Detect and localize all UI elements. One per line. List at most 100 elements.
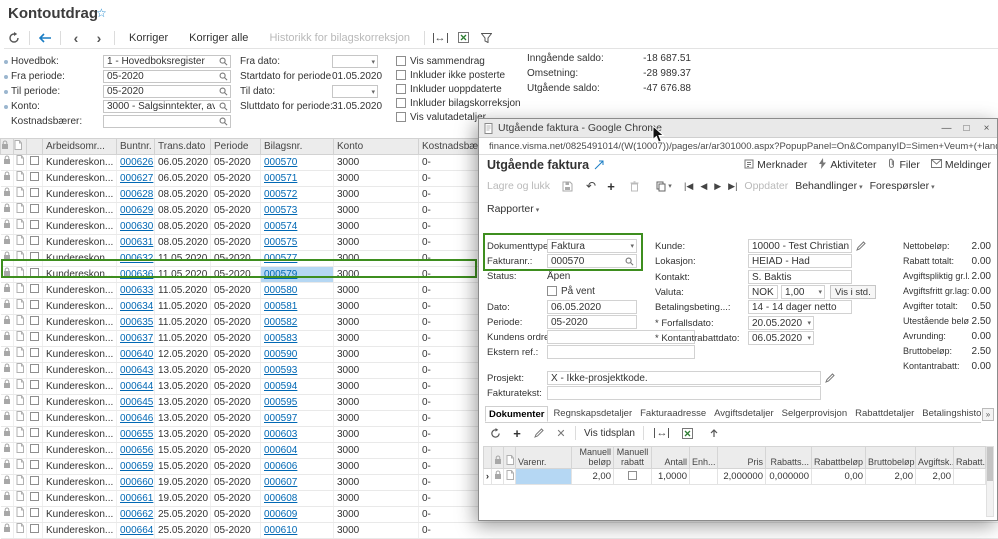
cell-bilagsnr[interactable]: 000607: [261, 475, 334, 491]
cell-antall[interactable]: 1,0000: [652, 469, 690, 485]
grid-column-manuell-rabatt[interactable]: Manuell rabatt: [614, 447, 652, 469]
cell-bilagsnr[interactable]: 000580: [261, 283, 334, 299]
export-excel-icon[interactable]: [453, 29, 473, 47]
row-note-icon[interactable]: [14, 283, 27, 299]
cell-buntnr[interactable]: 000633: [117, 283, 155, 299]
grid-edit-icon[interactable]: [529, 424, 549, 442]
cell-buntnr[interactable]: 000637: [117, 331, 155, 347]
row-checkbox[interactable]: [27, 219, 43, 235]
fakturatekst-input[interactable]: [547, 386, 821, 400]
cell-buntnr[interactable]: 000664: [117, 523, 155, 539]
grid-column-rabatt[interactable]: Rabatt...: [954, 447, 986, 469]
row-checkbox[interactable]: [27, 235, 43, 251]
cell-bilagsnr[interactable]: 000575: [261, 235, 334, 251]
cell-buntnr[interactable]: 000644: [117, 379, 155, 395]
prosjekt-input[interactable]: X - Ikke-prosjektkode.: [547, 371, 821, 385]
cell-bilagsnr[interactable]: 000608: [261, 491, 334, 507]
row-note-icon[interactable]: [14, 331, 27, 347]
tab-betalingshistorikk[interactable]: Betalingshistorikk: [919, 406, 981, 422]
lookup-icon[interactable]: [219, 57, 228, 66]
row-checkbox[interactable]: [27, 347, 43, 363]
row-note-icon[interactable]: [14, 203, 27, 219]
kunde-input[interactable]: 10000 - Test Christian: [748, 239, 852, 253]
cell-bilagsnr[interactable]: 000597: [261, 411, 334, 427]
cell-bilagsnr[interactable]: 000603: [261, 427, 334, 443]
row-checkbox[interactable]: [27, 203, 43, 219]
checkbox-inkluder-uoppdaterte[interactable]: Inkluder uoppdaterte: [396, 82, 521, 96]
cell-pris[interactable]: 2,000000: [718, 469, 766, 485]
row-note-icon[interactable]: [14, 315, 27, 331]
cell-bilagsnr[interactable]: 000579: [261, 267, 334, 283]
header-select-all-checkbox[interactable]: [27, 139, 43, 155]
row-note-icon[interactable]: [14, 523, 27, 539]
row-checkbox[interactable]: [27, 491, 43, 507]
cell-rabattbelop[interactable]: 0,00: [812, 469, 866, 485]
row-checkbox[interactable]: [27, 475, 43, 491]
kostnadsbaerer-input[interactable]: [103, 115, 231, 128]
row-note-icon[interactable]: [14, 155, 27, 171]
cell-buntnr[interactable]: 000635: [117, 315, 155, 331]
cell-rabattsats[interactable]: 0,000000: [766, 469, 812, 485]
row-note-icon[interactable]: [14, 379, 27, 395]
row-checkbox[interactable]: [27, 411, 43, 427]
previous-record-icon[interactable]: ‹: [66, 29, 86, 47]
row-checkbox[interactable]: [27, 299, 43, 315]
cell-bilagsnr[interactable]: 000574: [261, 219, 334, 235]
checkbox-inkluder-ikke-posterte[interactable]: Inkluder ikke posterte: [396, 68, 521, 82]
refresh-icon[interactable]: [4, 29, 24, 47]
tabs-overflow-icon[interactable]: »: [982, 408, 994, 421]
cell-bilagsnr[interactable]: 000610: [261, 523, 334, 539]
dato-input[interactable]: 06.05.2020: [547, 300, 637, 314]
row-note-icon[interactable]: [14, 507, 27, 523]
row-note-icon[interactable]: [14, 411, 27, 427]
row-note-icon[interactable]: [14, 267, 27, 283]
filter-icon[interactable]: [476, 29, 496, 47]
grid-row[interactable]: › 2,00 1,0000 2,000000 0,000000 0,00 2,0…: [484, 469, 986, 485]
forfallsdato-input[interactable]: 20.05.2020▾: [748, 316, 814, 330]
grid-upload-icon[interactable]: [704, 424, 724, 442]
row-checkbox[interactable]: [27, 443, 43, 459]
grid-fit-width-icon[interactable]: ↔: [652, 424, 672, 442]
row-checkbox[interactable]: [27, 315, 43, 331]
cell-bilagsnr[interactable]: 000609: [261, 507, 334, 523]
row-note-icon[interactable]: [14, 443, 27, 459]
column-header-trans-dato[interactable]: Trans.dato: [155, 139, 211, 155]
table-row[interactable]: Kundereskon... 000664 25.05.2020 05-2020…: [1, 523, 998, 539]
checkbox-box[interactable]: [396, 56, 406, 66]
row-note-icon[interactable]: [14, 299, 27, 315]
row-checkbox[interactable]: [27, 523, 43, 539]
lookup-icon[interactable]: [219, 102, 228, 111]
cell-bruttobelop[interactable]: 2,00: [866, 469, 916, 485]
row-checkbox[interactable]: [27, 155, 43, 171]
row-note-icon[interactable]: [14, 171, 27, 187]
cell-bilagsnr[interactable]: 000594: [261, 379, 334, 395]
dokumenttype-select[interactable]: Faktura▾: [547, 239, 637, 253]
til-dato-input[interactable]: ▾: [332, 85, 378, 98]
cell-rabatt[interactable]: [954, 469, 986, 485]
column-header-konto[interactable]: Konto: [334, 139, 419, 155]
row-note-icon[interactable]: [14, 427, 27, 443]
grid-column-enhet[interactable]: Enh...: [690, 447, 718, 469]
fra-periode-input[interactable]: 05-2020: [103, 70, 231, 83]
fakturanr-input[interactable]: 000570: [547, 254, 637, 268]
row-note-icon[interactable]: [14, 491, 27, 507]
cell-bilagsnr[interactable]: 000606: [261, 459, 334, 475]
valuta-input[interactable]: NOK: [748, 285, 778, 299]
cell-buntnr[interactable]: 000630: [117, 219, 155, 235]
cell-bilagsnr[interactable]: 000573: [261, 203, 334, 219]
grid-scrollbar[interactable]: [986, 446, 994, 517]
cell-buntnr[interactable]: 000632: [117, 251, 155, 267]
konto-input[interactable]: 3000 - Salgsinntekter, avg.plikti: [103, 100, 231, 113]
cell-buntnr[interactable]: 000627: [117, 171, 155, 187]
kurs-input[interactable]: 1,00▾: [781, 285, 825, 299]
historikk-button[interactable]: Historikk for bilagskorreksjon: [260, 30, 419, 46]
grid-export-excel-icon[interactable]: [678, 424, 698, 442]
pa-vent-checkbox[interactable]: [547, 286, 557, 296]
row-checkbox[interactable]: [27, 331, 43, 347]
cell-buntnr[interactable]: 000631: [117, 235, 155, 251]
fra-dato-input[interactable]: ▾: [332, 55, 378, 68]
grid-column-avgiftskategori[interactable]: Avgiftsk...: [916, 447, 954, 469]
row-checkbox[interactable]: [27, 283, 43, 299]
column-header-buntnr[interactable]: Buntnr.: [117, 139, 155, 155]
korriger-button[interactable]: Korriger: [120, 30, 177, 46]
